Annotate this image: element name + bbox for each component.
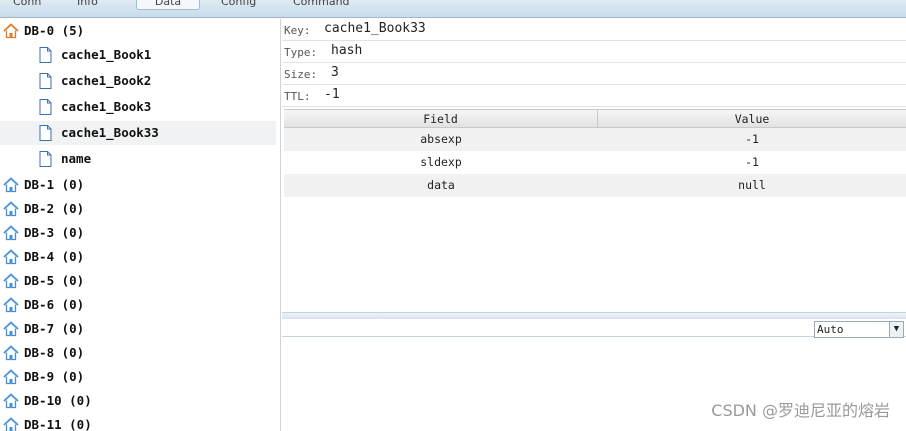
ttl-value[interactable]: -1 [324, 87, 340, 102]
type-row: Type: hash [282, 41, 906, 63]
tree-key-label: cache1_Book2 [61, 73, 152, 88]
chevron-down-icon[interactable]: ▼ [889, 322, 903, 337]
house-icon [3, 393, 19, 409]
tab-command[interactable]: Command [282, 0, 361, 10]
key-detail-panel: Key: cache1_Book33 Type: hash Size: 3 TT… [282, 19, 906, 431]
tree-db-9[interactable]: DB-9 (0) [0, 365, 276, 389]
database-tree: DB-0 (5) cache1_Book1 cache1_Book2 cache… [0, 19, 281, 431]
tree-db-4[interactable]: DB-4 (0) [0, 245, 276, 269]
tree-db-label: DB-0 (5) [24, 23, 85, 38]
document-icon [39, 73, 52, 89]
format-select[interactable]: Auto ▼ [814, 321, 904, 338]
grid-header: Field Value [284, 109, 906, 128]
house-icon [3, 273, 19, 289]
tab-conn[interactable]: Conn [2, 0, 52, 10]
tree-db-7[interactable]: DB-7 (0) [0, 317, 276, 341]
document-icon [39, 151, 52, 167]
ttl-label: TTL: [284, 90, 311, 103]
tree-db-6[interactable]: DB-6 (0) [0, 293, 276, 317]
top-tab-bar: Conn Info Data Config Command [0, 0, 906, 18]
tree-db-3[interactable]: DB-3 (0) [0, 221, 276, 245]
tree-key-item[interactable]: name [0, 147, 276, 171]
tree-db-label: DB-9 (0) [24, 369, 85, 384]
tree-db-1[interactable]: DB-1 (0) [0, 173, 276, 197]
tree-key-item[interactable]: cache1_Book3 [0, 95, 276, 119]
cell-value: -1 [745, 155, 759, 169]
house-icon [3, 177, 19, 193]
cell-value: -1 [745, 132, 759, 146]
tree-db-label: DB-6 (0) [24, 297, 85, 312]
tree-db-label: DB-7 (0) [24, 321, 85, 336]
house-icon [3, 225, 19, 241]
cell-value: null [738, 178, 766, 192]
watermark: CSDN @罗迪尼亚的熔岩 [711, 401, 890, 420]
house-icon [3, 249, 19, 265]
cell-field: data [427, 178, 455, 192]
tree-db-label: DB-8 (0) [24, 345, 85, 360]
house-icon [3, 345, 19, 361]
ttl-row: TTL: -1 [282, 85, 906, 107]
house-icon [3, 201, 19, 217]
house-icon [3, 23, 19, 39]
size-value: 3 [331, 65, 339, 80]
tree-key-label: cache1_Book3 [61, 99, 152, 114]
key-label: Key: [284, 24, 311, 37]
tab-data[interactable]: Data [136, 0, 200, 10]
tree-db-label: DB-5 (0) [24, 273, 85, 288]
tree-key-label: cache1_Book1 [61, 47, 152, 62]
tree-db-8[interactable]: DB-8 (0) [0, 341, 276, 365]
tab-config[interactable]: Config [210, 0, 267, 10]
tree-db-2[interactable]: DB-2 (0) [0, 197, 276, 221]
document-icon [39, 99, 52, 115]
tree-db-5[interactable]: DB-5 (0) [0, 269, 276, 293]
tree-key-label: name [61, 151, 92, 166]
tree-key-item[interactable]: cache1_Book2 [0, 69, 276, 93]
cell-field: sldexp [420, 155, 462, 169]
key-row: Key: cache1_Book33 [282, 19, 906, 41]
tree-db-10[interactable]: DB-10 (0) [0, 389, 276, 413]
table-row[interactable]: data null [284, 174, 906, 197]
value-format-bar: Auto ▼ [282, 319, 906, 338]
tree-db-label: DB-11 (0) [24, 417, 92, 431]
tree-db-label: DB-10 (0) [24, 393, 92, 408]
tree-db-label: DB-3 (0) [24, 225, 85, 240]
house-icon [3, 297, 19, 313]
size-label: Size: [284, 68, 318, 81]
house-icon [3, 321, 19, 337]
tree-key-item[interactable]: cache1_Book1 [0, 43, 276, 67]
tree-db-label: DB-1 (0) [24, 177, 85, 192]
tree-key-item-selected[interactable]: cache1_Book33 [0, 121, 276, 145]
panel-splitter[interactable] [282, 312, 906, 319]
size-row: Size: 3 [282, 63, 906, 85]
column-header-field[interactable]: Field [284, 110, 598, 128]
type-value: hash [331, 43, 363, 58]
house-icon [3, 369, 19, 385]
format-select-value: Auto [817, 323, 844, 336]
table-row[interactable]: absexp -1 [284, 128, 906, 151]
tree-db-label: DB-2 (0) [24, 201, 85, 216]
document-icon [39, 47, 52, 63]
table-row[interactable]: sldexp -1 [284, 151, 906, 174]
column-header-value[interactable]: Value [598, 110, 906, 128]
key-value[interactable]: cache1_Book33 [324, 21, 426, 36]
tab-info[interactable]: Info [66, 0, 109, 10]
tree-db-0[interactable]: DB-0 (5) [0, 19, 276, 43]
house-icon [3, 417, 19, 431]
document-icon [39, 125, 52, 141]
tree-db-label: DB-4 (0) [24, 249, 85, 264]
cell-field: absexp [420, 132, 462, 146]
type-label: Type: [284, 46, 318, 59]
tree-db-11[interactable]: DB-11 (0) [0, 413, 276, 431]
tree-key-label: cache1_Book33 [61, 125, 159, 140]
